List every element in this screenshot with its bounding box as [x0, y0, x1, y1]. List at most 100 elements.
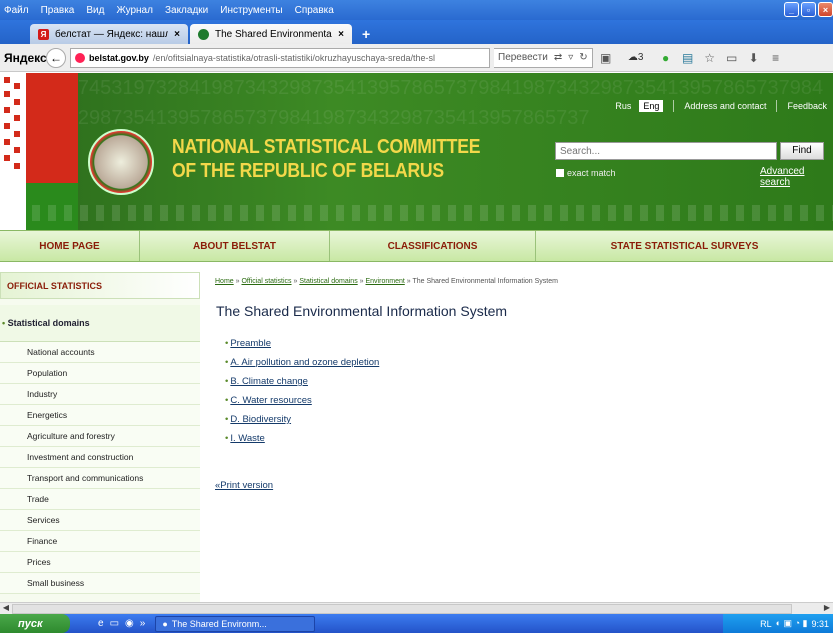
- ie-icon[interactable]: e: [98, 618, 104, 629]
- language-indicator[interactable]: RL: [760, 619, 772, 629]
- scroll-right-icon[interactable]: ▶: [821, 603, 833, 614]
- advanced-search-link[interactable]: Advanced search: [760, 166, 833, 188]
- search-input[interactable]: [555, 142, 777, 160]
- lang-eng-link[interactable]: Eng: [639, 100, 664, 112]
- media-icon[interactable]: ◉: [125, 618, 134, 629]
- breadcrumb-environment[interactable]: Environment: [366, 278, 405, 285]
- nav-home[interactable]: HOME PAGE: [0, 231, 140, 261]
- maximize-button[interactable]: ▫: [801, 2, 816, 17]
- firefox-icon: ●: [162, 618, 168, 629]
- sidebar-item-national-accounts[interactable]: National accounts: [0, 342, 200, 363]
- bookmark-star-icon[interactable]: ☆: [701, 49, 719, 67]
- nav-classifications[interactable]: CLASSIFICATIONS: [330, 231, 536, 261]
- menu-tools[interactable]: Инструменты: [220, 5, 282, 16]
- sidebar-item-trade[interactable]: Trade: [0, 489, 200, 510]
- link-preamble[interactable]: Preamble: [230, 338, 271, 349]
- header-ornament: [0, 205, 833, 221]
- explorer-icon[interactable]: ▭: [110, 618, 119, 629]
- menu-history[interactable]: Журнал: [116, 5, 153, 16]
- menu-hamburger-icon[interactable]: ≡: [767, 49, 785, 67]
- bullet-icon: •: [225, 414, 229, 425]
- nav-about[interactable]: ABOUT BELSTAT: [140, 231, 330, 261]
- navigation-bar: Яндекс ← belstat.gov.by/en/ofitsialnaya-…: [0, 44, 833, 72]
- translate-label: Перевести: [498, 52, 548, 63]
- print-version-link[interactable]: «Print version: [215, 480, 273, 491]
- close-window-button[interactable]: ×: [818, 2, 833, 17]
- link-water-resources[interactable]: C. Water resources: [230, 395, 311, 406]
- breadcrumb-official-statistics[interactable]: Official statistics: [241, 278, 291, 285]
- sidebar-item-prices[interactable]: Prices: [0, 552, 200, 573]
- sidebar-item-industry[interactable]: Industry: [0, 384, 200, 405]
- link-waste[interactable]: I. Waste: [230, 433, 265, 444]
- sidebar-item-energetics[interactable]: Energetics: [0, 405, 200, 426]
- menu-help[interactable]: Справка: [295, 5, 334, 16]
- lang-rus-link[interactable]: Rus: [611, 100, 635, 112]
- dropdown-icon[interactable]: ▿: [568, 52, 573, 63]
- breadcrumb-statistical-domains[interactable]: Statistical domains: [299, 278, 357, 285]
- download-arrow-icon[interactable]: ⬇: [745, 49, 763, 67]
- clipboard-icon[interactable]: ▭: [723, 49, 741, 67]
- tray-icons[interactable]: ◐ ▣ ◔ ▮: [776, 618, 808, 629]
- site-title-line1: NATIONAL STATISTICAL COMMITTEE: [172, 136, 481, 158]
- weather-icon[interactable]: ☁ 3: [619, 49, 653, 67]
- page-title: The Shared Environmental Information Sys…: [216, 303, 508, 319]
- address-bar[interactable]: belstat.gov.by/en/ofitsialnaya-statistik…: [70, 47, 490, 68]
- extension-icon[interactable]: ●: [657, 49, 675, 67]
- menu-file[interactable]: Файл: [4, 5, 29, 16]
- checkbox-icon[interactable]: [556, 169, 564, 177]
- link-climate-change[interactable]: B. Climate change: [230, 376, 308, 387]
- nav-surveys[interactable]: STATE STATISTICAL SURVEYS: [536, 231, 833, 261]
- menu-bookmarks[interactable]: Закладки: [165, 5, 208, 16]
- breadcrumb-separator: »: [357, 278, 366, 285]
- belarus-emblem-icon[interactable]: [88, 129, 154, 195]
- more-icon[interactable]: »: [140, 618, 146, 629]
- taskbar-firefox-window[interactable]: ● The Shared Environm...: [155, 615, 316, 632]
- clock[interactable]: 9:31: [811, 619, 829, 629]
- minimize-button[interactable]: _: [784, 2, 799, 17]
- system-tray: RL ◐ ▣ ◔ ▮ 9:31: [723, 614, 833, 633]
- sidebar-item-agriculture[interactable]: Agriculture and forestry: [0, 426, 200, 447]
- exact-match-checkbox[interactable]: exact match: [556, 168, 616, 178]
- find-button[interactable]: Find: [780, 142, 824, 160]
- sidebar-item-investment[interactable]: Investment and construction: [0, 447, 200, 468]
- tab-belstat[interactable]: The Shared Environmental Inf... ×: [190, 24, 352, 44]
- windows-taskbar: пуск e ▭ ◉ » ● The Shared Environm... RL…: [0, 614, 833, 633]
- bullet-icon: •: [225, 338, 229, 349]
- downloads-panel-icon[interactable]: ▣: [597, 49, 615, 67]
- tab-yandex[interactable]: Я белстат — Яндекс: нашлос... ×: [30, 24, 188, 44]
- quick-launch: e ▭ ◉ »: [98, 618, 145, 629]
- scroll-left-icon[interactable]: ◀: [0, 603, 12, 614]
- list-item: • D. Biodiversity: [225, 410, 379, 429]
- site-title[interactable]: NATIONAL STATISTICAL COMMITTEE OF THE RE…: [172, 135, 480, 183]
- feedback-link[interactable]: Feedback: [787, 101, 827, 111]
- new-tab-button[interactable]: +: [354, 26, 378, 44]
- extension-b-icon[interactable]: ▤: [679, 49, 697, 67]
- tab-close-icon[interactable]: ×: [174, 29, 180, 40]
- scrollbar-thumb[interactable]: [12, 604, 792, 614]
- start-button[interactable]: пуск: [0, 614, 70, 633]
- breadcrumb-home[interactable]: Home: [215, 278, 234, 285]
- weather-count: 3: [637, 52, 644, 63]
- site-identity-icon[interactable]: [75, 52, 85, 63]
- address-contact-link[interactable]: Address and contact: [684, 101, 766, 111]
- link-biodiversity[interactable]: D. Biodiversity: [230, 414, 291, 425]
- sidebar-item-finance[interactable]: Finance: [0, 531, 200, 552]
- site-title-line2: OF THE REPUBLIC OF BELARUS: [172, 160, 444, 182]
- horizontal-scrollbar[interactable]: ◀ ▶: [0, 602, 833, 614]
- translate-button[interactable]: Перевести ⇄ ▿ ↻: [494, 47, 593, 68]
- yandex-logo[interactable]: Яндекс: [4, 51, 47, 65]
- reload-icon[interactable]: ↻: [579, 52, 587, 63]
- sidebar-item-transport[interactable]: Transport and communications: [0, 468, 200, 489]
- sidebar-item-small-business[interactable]: Small business: [0, 573, 200, 594]
- divider: [776, 100, 778, 112]
- sidebar-item-services[interactable]: Services: [0, 510, 200, 531]
- list-item: • I. Waste: [225, 429, 379, 448]
- link-air-pollution[interactable]: A. Air pollution and ozone depletion: [230, 357, 379, 368]
- sidebar-item-population[interactable]: Population: [0, 363, 200, 384]
- tab-close-icon[interactable]: ×: [338, 29, 344, 40]
- menu-view[interactable]: Вид: [86, 5, 104, 16]
- menu-edit[interactable]: Правка: [41, 5, 75, 16]
- sidebar-official-statistics[interactable]: OFFICIAL STATISTICS: [0, 272, 200, 299]
- back-arrow-icon[interactable]: ←: [46, 47, 66, 68]
- sidebar-statistical-domains[interactable]: • Statistical domains: [0, 305, 200, 342]
